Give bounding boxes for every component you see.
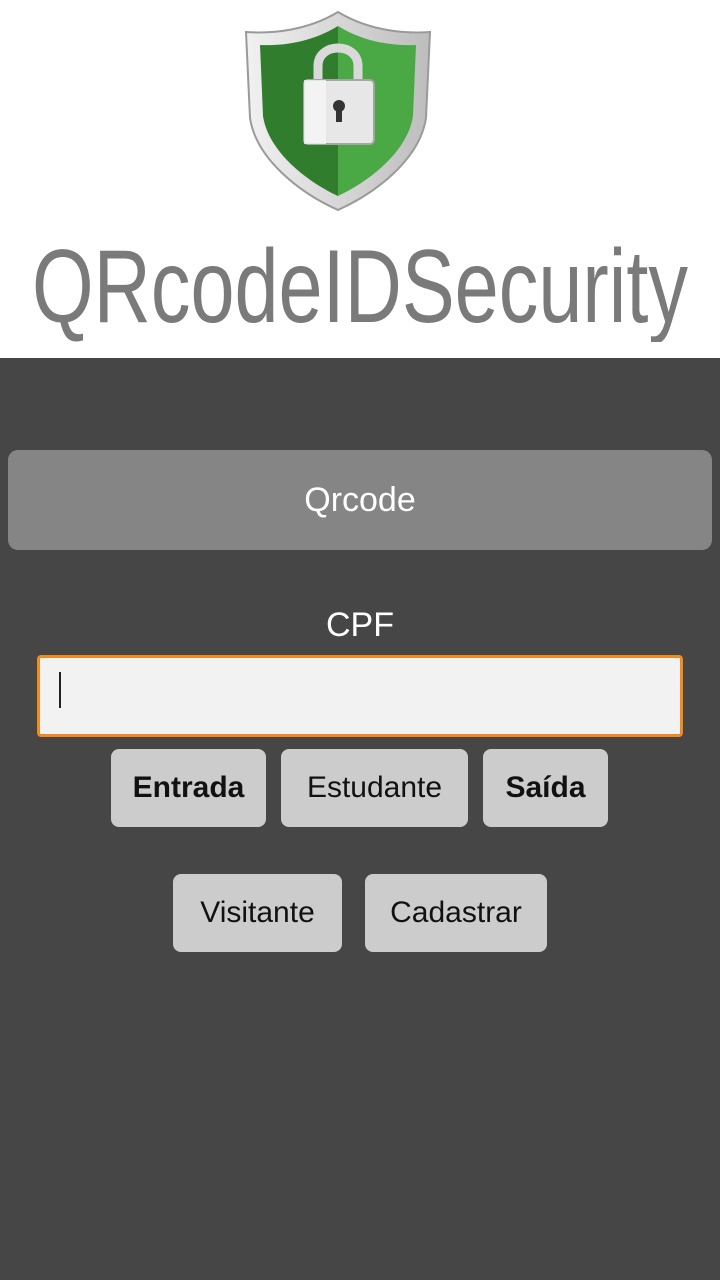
svg-text:QRcodeIDSecurity: QRcodeIDSecurity bbox=[32, 232, 688, 342]
entrada-button-label: Entrada bbox=[132, 771, 245, 804]
entrada-button[interactable]: Entrada bbox=[111, 749, 266, 827]
estudante-button-label: Estudante bbox=[306, 771, 443, 804]
saida-button-label: Saída bbox=[505, 771, 586, 804]
cpf-label: CPF bbox=[326, 606, 394, 644]
saida-button[interactable]: Saída bbox=[483, 749, 608, 827]
app-header: QRcodeIDSecurity bbox=[0, 0, 720, 358]
text-cursor bbox=[59, 672, 61, 708]
estudante-button[interactable]: Estudante bbox=[281, 749, 468, 827]
cadastrar-button[interactable]: Cadastrar bbox=[365, 874, 547, 952]
visitante-button[interactable]: Visitante bbox=[173, 874, 342, 952]
qrcode-button-label: Qrcode bbox=[304, 480, 416, 519]
visitante-button-label: Visitante bbox=[200, 896, 315, 929]
cadastrar-button-label: Cadastrar bbox=[390, 896, 522, 929]
cpf-input[interactable] bbox=[37, 655, 683, 737]
qrcode-button[interactable]: Qrcode bbox=[8, 450, 712, 550]
logo-wordmark: QRcodeIDSecurity bbox=[32, 232, 688, 342]
shield-lock-icon bbox=[244, 10, 432, 212]
